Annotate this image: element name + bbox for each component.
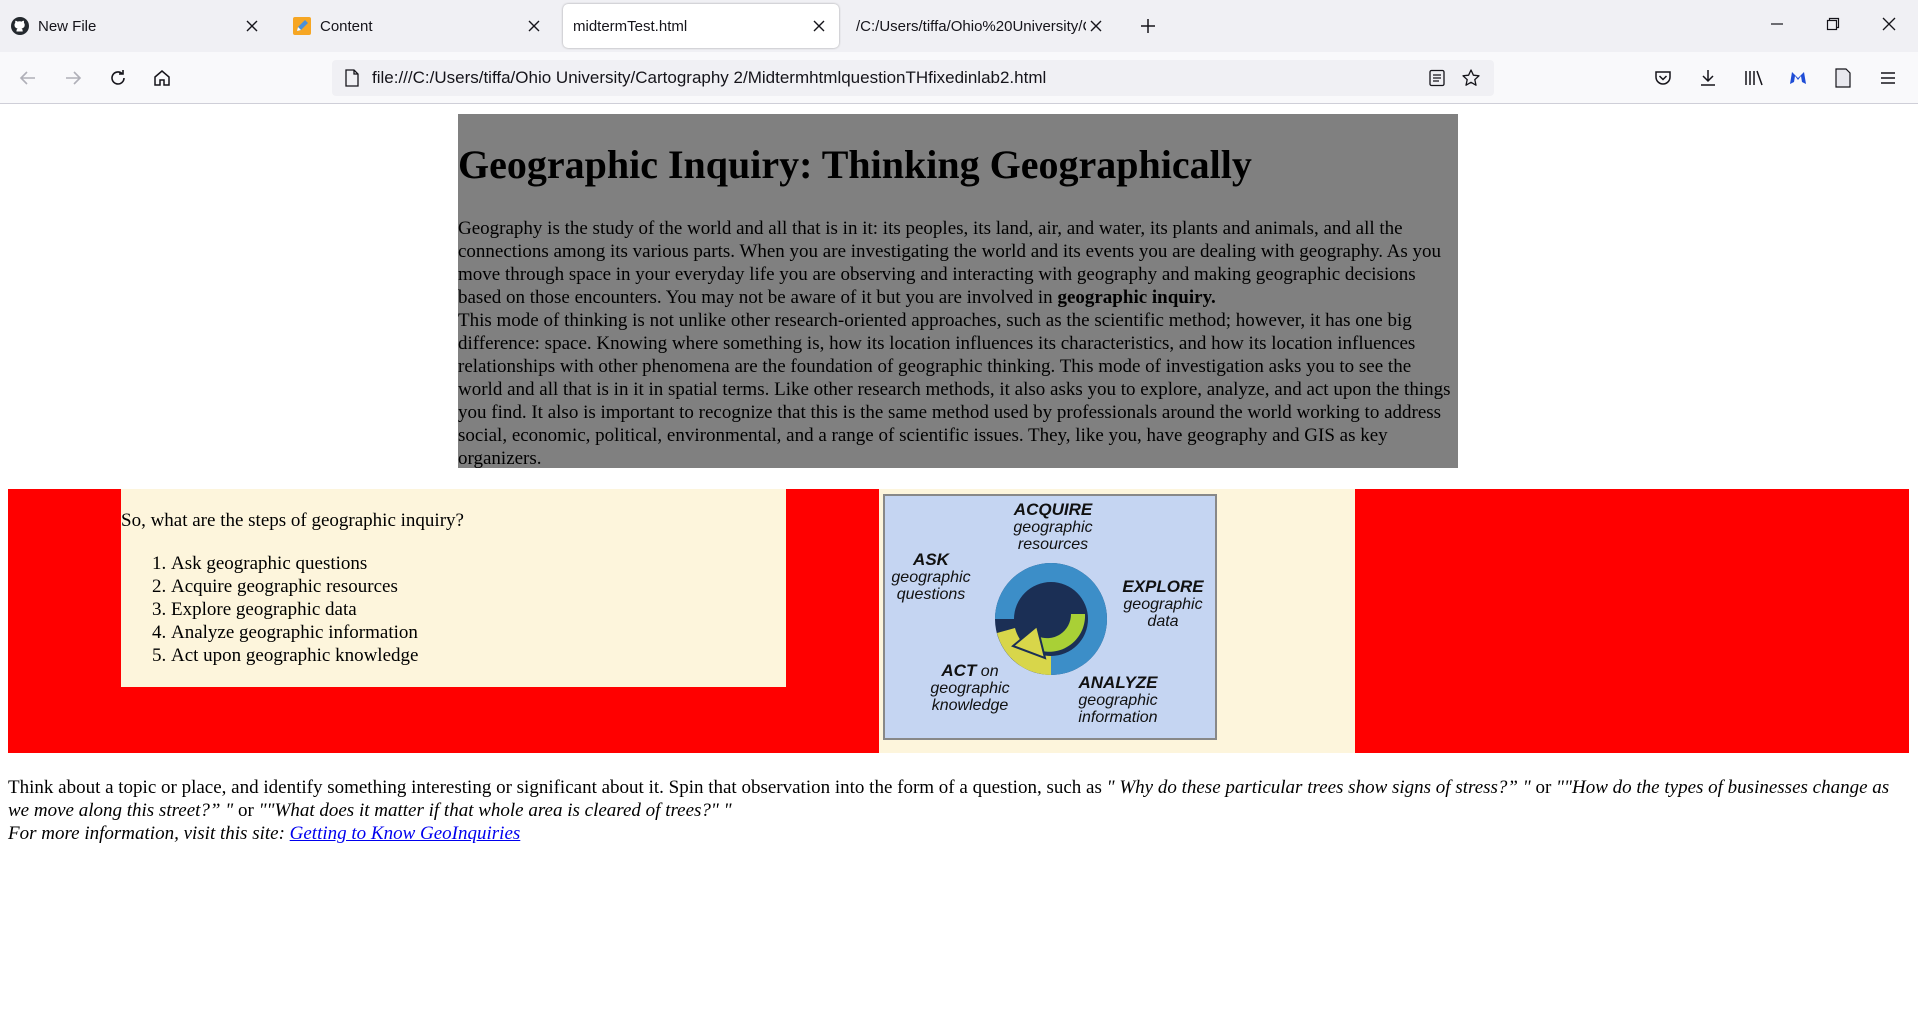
close-icon[interactable] — [1086, 16, 1106, 36]
minimize-button[interactable] — [1754, 6, 1800, 42]
minimize-icon — [1771, 23, 1783, 25]
tab-title: midtermTest.html — [573, 17, 688, 35]
bookmark-star-icon[interactable] — [1460, 67, 1482, 89]
restore-button[interactable] — [1810, 6, 1856, 42]
reload-icon — [111, 70, 125, 85]
tab-new-file[interactable]: New File — [0, 4, 272, 48]
act-subtext: geographic knowledge — [930, 680, 1010, 714]
explore-heading: EXPLORE — [1122, 577, 1204, 596]
intro-paragraph-1-text: Geography is the study of the world and … — [458, 218, 1442, 308]
tab-midterm-test[interactable]: midtermTest.html — [563, 4, 839, 48]
pocket-button[interactable] — [1649, 64, 1677, 92]
reader-view-icon[interactable] — [1426, 67, 1448, 89]
downloads-button[interactable] — [1694, 64, 1722, 92]
bottom-intro-text: Think about a topic or place, and identi… — [8, 777, 1107, 798]
library-icon — [1745, 70, 1763, 86]
or-text: or — [233, 800, 259, 821]
arrow-left-icon — [19, 71, 35, 85]
restore-icon — [1826, 17, 1840, 31]
explore-label: EXPLORE geographic data — [1113, 578, 1213, 630]
list-item: Ask geographic questions — [171, 552, 418, 575]
tab-title: New File — [38, 17, 97, 35]
acquire-subtext: geographic resources — [1013, 519, 1093, 553]
tab-file-path[interactable]: /C:/Users/tiffa/Ohio%20University/C — [846, 4, 1116, 48]
back-button[interactable] — [12, 62, 44, 94]
ask-subtext: geographic questions — [891, 569, 971, 603]
tab-bar: New File Content midtermTest.html /C:/Us… — [0, 0, 1918, 52]
example-question-3: ""What does it matter if that whole area… — [258, 800, 732, 821]
menu-button[interactable] — [1874, 64, 1902, 92]
analyze-heading: ANALYZE — [1078, 673, 1158, 692]
list-item: Acquire geographic resources — [171, 575, 418, 598]
tab-content[interactable]: Content — [282, 4, 554, 48]
more-info-text: For more information, visit this site: G… — [8, 823, 520, 844]
bottom-paragraph: Think about a topic or place, and identi… — [8, 776, 1908, 845]
geographic-inquiry-cycle-diagram: ACQUIRE geographic resources ASK geograp… — [883, 494, 1217, 740]
intro-paragraph-2: This mode of thinking is not unlike othe… — [458, 310, 1451, 469]
url-input[interactable] — [372, 64, 1372, 92]
document-icon — [1835, 68, 1851, 88]
list-item: Explore geographic data — [171, 598, 418, 621]
plus-icon — [1141, 19, 1155, 33]
close-icon[interactable] — [524, 16, 544, 36]
page-title: Geographic Inquiry: Thinking Geographica… — [458, 142, 1252, 187]
close-window-button[interactable] — [1866, 6, 1912, 42]
home-button[interactable] — [146, 62, 178, 94]
ask-label: ASK geographic questions — [889, 551, 973, 603]
page-content: Geographic Inquiry: Thinking Geographica… — [0, 105, 1918, 1027]
list-item: Analyze geographic information — [171, 621, 418, 644]
forward-button[interactable] — [57, 62, 89, 94]
extension-button[interactable] — [1784, 64, 1812, 92]
intro-paragraph-1: Geography is the study of the world and … — [458, 217, 1458, 309]
example-question-1: " Why do these particular trees show sig… — [1106, 777, 1531, 798]
intro-section: Geographic Inquiry: Thinking Geographica… — [458, 114, 1458, 469]
act-label: ACT on geographic knowledge — [915, 662, 1025, 714]
pocket-icon — [1655, 71, 1671, 85]
navigation-toolbar — [0, 52, 1918, 104]
sidebar-button[interactable] — [1829, 64, 1857, 92]
acquire-heading: ACQUIRE — [1013, 500, 1093, 519]
steps-box: So, what are the steps of geographic inq… — [121, 489, 786, 687]
or-text: or — [1530, 777, 1557, 798]
steps-question: So, what are the steps of geographic inq… — [121, 510, 464, 531]
tab-title: /C:/Users/tiffa/Ohio%20University/C — [856, 17, 1086, 35]
steps-list: Ask geographic questions Acquire geograp… — [121, 552, 418, 667]
close-icon[interactable] — [242, 16, 262, 36]
act-on-text: on — [980, 663, 999, 680]
close-icon[interactable] — [809, 16, 829, 36]
ask-heading: ASK — [913, 550, 949, 569]
close-icon — [1882, 17, 1896, 31]
download-icon — [1701, 70, 1715, 86]
malwarebytes-icon — [1790, 72, 1806, 84]
act-heading: ACT — [941, 661, 977, 680]
github-icon — [10, 16, 30, 36]
arrow-right-icon — [66, 71, 82, 85]
analyze-label: ANALYZE geographic information — [1061, 674, 1175, 726]
list-item: Act upon geographic knowledge — [171, 644, 418, 667]
hamburger-menu-icon — [1881, 72, 1895, 84]
explore-subtext: geographic data — [1123, 596, 1203, 630]
pencil-icon — [292, 16, 312, 36]
reload-button[interactable] — [102, 62, 134, 94]
more-info-label: For more information, visit this site: — [8, 823, 290, 844]
home-icon — [154, 70, 170, 86]
library-button[interactable] — [1740, 64, 1768, 92]
new-tab-button[interactable] — [1134, 12, 1162, 40]
geographic-inquiry-bold: geographic inquiry. — [1057, 287, 1216, 308]
acquire-label: ACQUIRE geographic resources — [983, 501, 1123, 553]
analyze-subtext: geographic information — [1078, 692, 1158, 726]
tab-title: Content — [320, 17, 373, 35]
page-icon — [342, 68, 362, 88]
address-bar[interactable] — [332, 60, 1494, 96]
geoinquiries-link[interactable]: Getting to Know GeoInquiries — [290, 823, 521, 844]
